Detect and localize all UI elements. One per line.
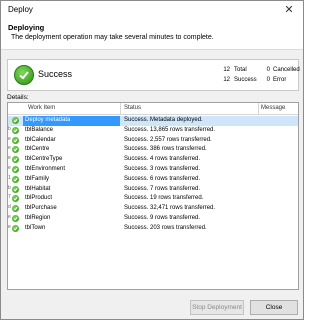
header-panel: Deploying The deployment operation may t… (1, 21, 303, 50)
success-check-icon (12, 126, 19, 134)
close-button[interactable]: Close (250, 300, 298, 315)
page-subtitle: The deployment operation may take severa… (11, 34, 214, 41)
stop-deployment-button[interactable]: Stop Deployment (190, 300, 244, 315)
success-check-icon (12, 166, 19, 173)
work-item-status: Success. 13,865 rows transferred. (124, 126, 216, 133)
work-item-name: tblCentreType (25, 156, 63, 163)
work-item-status: Success. 386 rows transferred. (124, 146, 207, 153)
table-row[interactable]: Deploy metadata Success. Metadata deploye… (8, 116, 298, 126)
table-row[interactable]: e tblRegion Success. 9 rows transferred. (8, 214, 298, 224)
success-check-icon (12, 136, 19, 144)
total-label: Total (234, 67, 247, 73)
success-check-icon (12, 205, 19, 213)
details-label: Details: (7, 94, 29, 101)
close-icon[interactable]: ✕ (281, 2, 297, 18)
success-check-icon (12, 215, 19, 222)
table-row[interactable]: e tblCentre Success. 386 rows transferred. (8, 145, 298, 155)
table-row[interactable]: 7 tblProduct Success. 19 rows transferred. (8, 194, 298, 204)
success-check-icon (12, 175, 19, 183)
work-item-name: tblCalendar (25, 136, 56, 143)
grid-header: Work Item Status Message (8, 103, 298, 115)
table-row[interactable]: 1 tblFamily Success. 6 rows transferred. (8, 175, 298, 185)
table-row[interactable]: b tblHabitat Success. 7 rows transferred. (8, 185, 298, 195)
table-row[interactable]: b tblBalance Success. 13,865 rows transfer… (8, 126, 298, 136)
page-title: Deploying (8, 23, 45, 32)
work-item-status: Success. 203 rows transferred. (124, 224, 207, 231)
work-item-status: Success. 2,557 rows transferred. (124, 136, 212, 143)
success-count: 12 (223, 77, 230, 83)
deploy-window: Deploy ✕ Deploying The deployment operat… (0, 0, 304, 320)
success-check-icon (12, 185, 19, 193)
success-check-icon (12, 117, 19, 124)
work-item-name: tblFamily (25, 175, 50, 182)
column-status[interactable]: Status (124, 105, 141, 111)
success-label: Success (234, 77, 257, 83)
work-item-status: Success. 3 rows transferred. (124, 166, 201, 172)
error-count: 0 (266, 77, 270, 83)
work-item-name: tblEnvironment (25, 166, 66, 172)
success-check-icon (12, 156, 19, 164)
work-item-name: tblPurchase (25, 205, 57, 212)
column-work-item[interactable]: Work Item (28, 105, 55, 111)
work-item-status: Success. 7 rows transferred. (124, 185, 201, 192)
summary-panel: Success 12 Total 0 Cancelled 12 Success … (7, 59, 300, 91)
work-item-name: tblCentre (25, 146, 50, 153)
work-item-status: Success. 32,471 rows transferred. (124, 205, 216, 212)
error-label: Error (273, 77, 287, 83)
table-row[interactable]: e tblEnvironment Success. 3 rows transferr… (8, 165, 298, 175)
work-item-name: tblBalance (25, 126, 54, 133)
success-check-icon (12, 195, 19, 203)
work-item-name: tblRegion (25, 215, 51, 221)
work-item-name: tblProduct (25, 195, 53, 202)
table-row[interactable]: e tblTown Success. 203 rows transferred. (8, 224, 298, 234)
table-row[interactable]: e tblCentreType Success. 4 rows transferre… (8, 155, 298, 165)
success-check-icon (12, 146, 19, 154)
work-item-status: Success. 19 rows transferred. (124, 195, 204, 202)
work-item-status: Success. 4 rows transferred. (124, 156, 201, 163)
work-item-status: Success. Metadata deployed. (124, 117, 203, 123)
summary-status: Success (38, 69, 73, 79)
window-title: Deploy (8, 5, 33, 14)
success-check-icon (12, 224, 19, 232)
total-count: 12 (223, 67, 230, 73)
cancelled-label: Cancelled (273, 67, 300, 73)
details-grid[interactable]: Work Item Status Message Deploy metadata… (7, 102, 299, 290)
column-message[interactable]: Message (261, 105, 285, 111)
work-item-name: Deploy metadata (23, 116, 120, 126)
work-item-status: Success. 6 rows transferred. (124, 175, 201, 182)
cancelled-count: 0 (266, 67, 270, 73)
work-item-status: Success. 9 rows transferred. (124, 215, 201, 221)
title-bar: Deploy ✕ (1, 1, 303, 21)
work-item-name: tblHabitat (25, 185, 51, 192)
table-row[interactable]: d tblPurchase Success. 32,471 rows transfe… (8, 204, 298, 214)
table-row[interactable]: e tblCalendar Success. 2,557 rows transfer… (8, 136, 298, 146)
success-check-icon (14, 65, 34, 85)
work-item-name: tblTown (25, 224, 46, 231)
